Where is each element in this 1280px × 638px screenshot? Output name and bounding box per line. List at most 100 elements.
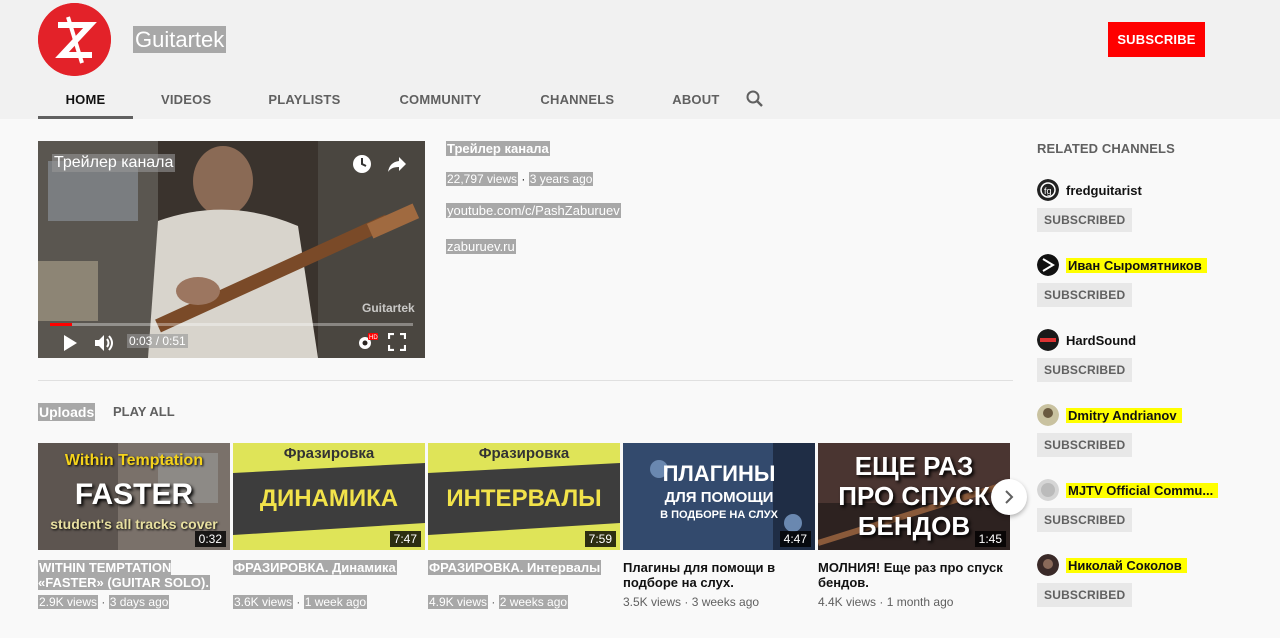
channel-tabs: HOME VIDEOS PLAYLISTS COMMUNITY CHANNELS… bbox=[38, 79, 719, 119]
tab-home[interactable]: HOME bbox=[38, 79, 133, 119]
subscribed-button[interactable]: SUBSCRIBED bbox=[1037, 508, 1133, 532]
video-duration: 0:32 bbox=[194, 531, 226, 547]
video-title[interactable]: МОЛНИЯ! Еще раз про спуск бендов. bbox=[818, 560, 1010, 590]
trailer-age: 3 years ago bbox=[528, 172, 594, 186]
related-channel-name[interactable]: Иван Сыромятников bbox=[1066, 257, 1207, 273]
video-age: 2 weeks ago bbox=[498, 595, 569, 609]
thumb-text: В ПОДБОРЕ НА СЛУХ bbox=[660, 509, 778, 521]
related-channel-name[interactable]: HardSound bbox=[1066, 333, 1136, 348]
subscribed-button[interactable]: SUBSCRIBED bbox=[1037, 208, 1133, 232]
subscribed-button[interactable]: SUBSCRIBED bbox=[1037, 358, 1133, 382]
player-watermark: Guitartek bbox=[362, 301, 415, 315]
thumb-text: Within Temptation bbox=[64, 452, 204, 469]
video-duration: 7:59 bbox=[584, 531, 616, 547]
play-icon[interactable] bbox=[62, 334, 78, 352]
video-views: 2.9K views bbox=[38, 595, 99, 609]
channel-header: Guitartek SUBSCRIBE HOME VIDEOS PLAYLIST… bbox=[0, 0, 1280, 119]
video-title[interactable]: ФРАЗИРОВКА. Динамика bbox=[233, 560, 397, 575]
video-views: 4.9K views bbox=[428, 595, 489, 609]
thumb-text: ДЛЯ ПОМОЩИ bbox=[664, 489, 774, 506]
search-icon[interactable] bbox=[745, 89, 765, 109]
tab-playlists[interactable]: PLAYLISTS bbox=[268, 79, 340, 119]
play-all-button[interactable]: PLAY ALL bbox=[113, 403, 175, 421]
thumb-text: ЕЩЕ РАЗ bbox=[854, 451, 974, 481]
thumb-text: student's all tracks cover bbox=[50, 516, 218, 532]
watch-later-icon[interactable] bbox=[351, 153, 373, 175]
video-views: 4.4K views bbox=[818, 595, 877, 609]
svg-text:HD: HD bbox=[369, 335, 378, 341]
uploads-heading[interactable]: Uploads bbox=[38, 403, 96, 421]
related-channel: fg fredguitarist SUBSCRIBED bbox=[1037, 178, 1237, 232]
video-title[interactable]: ФРАЗИРОВКА. Интервалы bbox=[428, 560, 602, 575]
tab-videos[interactable]: VIDEOS bbox=[161, 79, 211, 119]
video-item[interactable]: ЕЩЕ РАЗ ПРО СПУСК БЕНДОВ 1:45 МОЛНИЯ! Ещ… bbox=[818, 443, 1010, 609]
video-thumbnail[interactable]: Фразировка ИНТЕРВАЛЫ 7:59 bbox=[428, 443, 620, 550]
channel-avatar[interactable] bbox=[38, 3, 111, 76]
video-age: 1 month ago bbox=[886, 595, 954, 609]
trailer-title[interactable]: Трейлер канала bbox=[446, 141, 550, 156]
video-views: 3.6K views bbox=[233, 595, 294, 609]
related-channels: RELATED CHANNELS fg fredguitarist SUBSCR… bbox=[1037, 141, 1237, 607]
related-channel-name[interactable]: MJTV Official Commu... bbox=[1066, 482, 1219, 498]
video-thumbnail[interactable]: ПЛАГИНЫ ДЛЯ ПОМОЩИ В ПОДБОРЕ НА СЛУХ 4:4… bbox=[623, 443, 815, 550]
related-channel-name[interactable]: Dmitry Andrianov bbox=[1066, 407, 1182, 423]
channel-avatar[interactable] bbox=[1037, 554, 1059, 576]
video-title[interactable]: WITHIN TEMPTATION «FASTER» (GUITAR SOLO)… bbox=[38, 560, 210, 590]
subscribed-button[interactable]: SUBSCRIBED bbox=[1037, 433, 1133, 457]
thumb-text: ПЛАГИНЫ bbox=[662, 461, 776, 486]
chevron-right-icon bbox=[1005, 490, 1014, 504]
trailer-player[interactable]: Трейлер канала Guitartek 0:03 / 0:51 HD bbox=[38, 141, 425, 358]
subscribed-button[interactable]: SUBSCRIBED bbox=[1037, 583, 1133, 607]
video-age: 1 week ago bbox=[303, 595, 368, 609]
thumb-text: ПРО СПУСК bbox=[838, 481, 990, 511]
subscribe-button[interactable]: SUBSCRIBE bbox=[1108, 22, 1205, 57]
video-age: 3 days ago bbox=[108, 595, 170, 609]
share-icon[interactable] bbox=[386, 153, 408, 175]
progress-bar[interactable] bbox=[50, 323, 413, 326]
related-channel: Иван Сыромятников SUBSCRIBED bbox=[1037, 253, 1237, 307]
related-channel: Николай Соколов SUBSCRIBED bbox=[1037, 553, 1237, 607]
tab-channels[interactable]: CHANNELS bbox=[540, 79, 614, 119]
video-thumbnail[interactable]: Фразировка ДИНАМИКА 7:47 bbox=[233, 443, 425, 550]
fullscreen-icon[interactable] bbox=[387, 332, 407, 352]
video-thumbnail[interactable]: Within Temptation FASTER student's all t… bbox=[38, 443, 230, 550]
progress-fill bbox=[50, 323, 72, 326]
thumb-text: ДИНАМИКА bbox=[259, 485, 399, 512]
video-age: 3 weeks ago bbox=[691, 595, 760, 609]
video-item[interactable]: ПЛАГИНЫ ДЛЯ ПОМОЩИ В ПОДБОРЕ НА СЛУХ 4:4… bbox=[623, 443, 815, 609]
video-thumbnail[interactable]: ЕЩЕ РАЗ ПРО СПУСК БЕНДОВ 1:45 bbox=[818, 443, 1010, 550]
related-channel: Dmitry Andrianov SUBSCRIBED bbox=[1037, 403, 1237, 457]
video-duration: 1:45 bbox=[974, 531, 1006, 547]
time-display: 0:03 / 0:51 bbox=[127, 334, 188, 348]
trailer-views: 22,797 views bbox=[446, 172, 519, 186]
channel-avatar[interactable]: fg bbox=[1037, 179, 1059, 201]
thumb-text: Фразировка bbox=[478, 445, 570, 462]
channel-avatar[interactable] bbox=[1037, 479, 1059, 501]
tab-about[interactable]: ABOUT bbox=[672, 79, 719, 119]
related-channel-name[interactable]: Николай Соколов bbox=[1066, 557, 1187, 573]
channel-avatar[interactable] bbox=[1037, 329, 1059, 351]
channel-link-site[interactable]: zaburuev.ru bbox=[446, 239, 516, 254]
tab-community[interactable]: COMMUNITY bbox=[399, 79, 481, 119]
svg-text:fg: fg bbox=[1044, 186, 1052, 196]
video-item[interactable]: Фразировка ИНТЕРВАЛЫ 7:59 ФРАЗИРОВКА. Ин… bbox=[428, 443, 620, 609]
related-channel: HardSound SUBSCRIBED bbox=[1037, 328, 1237, 382]
video-views: 3.5K views bbox=[623, 595, 682, 609]
settings-gear-icon[interactable]: HD bbox=[356, 332, 378, 352]
related-channel-name[interactable]: fredguitarist bbox=[1066, 183, 1142, 198]
channel-avatar[interactable] bbox=[1037, 404, 1059, 426]
related-channel: MJTV Official Commu... SUBSCRIBED bbox=[1037, 478, 1237, 532]
shelf-next-button[interactable] bbox=[991, 479, 1027, 515]
thumb-text: Фразировка bbox=[283, 445, 375, 462]
channel-link-youtube[interactable]: youtube.com/c/PashZaburuev bbox=[446, 203, 621, 218]
thumb-text: ИНТЕРВАЛЫ bbox=[446, 485, 602, 512]
subscribed-button[interactable]: SUBSCRIBED bbox=[1037, 283, 1133, 307]
video-item[interactable]: Фразировка ДИНАМИКА 7:47 ФРАЗИРОВКА. Дин… bbox=[233, 443, 425, 609]
uploads-shelf: Within Temptation FASTER student's all t… bbox=[38, 443, 1010, 609]
channel-avatar[interactable] bbox=[1037, 254, 1059, 276]
video-item[interactable]: Within Temptation FASTER student's all t… bbox=[38, 443, 230, 609]
video-title[interactable]: Плагины для помощи в подборе на слух. bbox=[623, 560, 815, 590]
volume-icon[interactable] bbox=[94, 333, 116, 353]
section-divider bbox=[38, 380, 1013, 381]
related-channels-heading: RELATED CHANNELS bbox=[1037, 141, 1175, 156]
